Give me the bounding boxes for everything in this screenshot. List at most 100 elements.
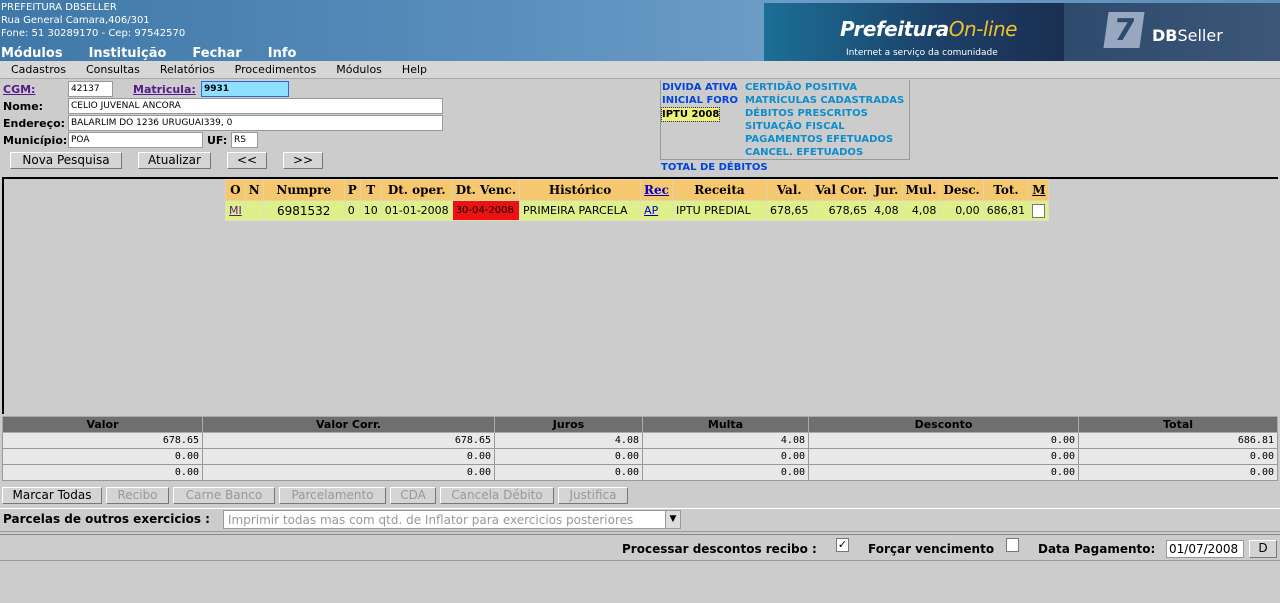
sum-cell: 678.65 [202, 432, 495, 449]
action-buttons: Marcar Todas Recibo Carne Banco Parcelam… [2, 487, 628, 504]
top-menu-modulos[interactable]: Módulos [1, 46, 63, 61]
previous-button[interactable]: << [227, 152, 267, 169]
dbseller-brand: DBSeller [1152, 26, 1223, 45]
sum-cell: 0.00 [202, 464, 495, 481]
endereco-field[interactable]: BALARLIM DO 1236 URUGUAI339, 0 [68, 115, 443, 131]
municipio-field[interactable]: POA [68, 132, 203, 148]
link-matriculas[interactable]: MATRÍCULAS CADASTRADAS [745, 94, 911, 107]
top-menu-info[interactable]: Info [268, 46, 297, 61]
row-val: 678,65 [765, 200, 813, 221]
sum-cell: 0.00 [1078, 448, 1278, 465]
link-debitos-prescritos[interactable]: DÉBITOS PRESCRITOS [745, 107, 911, 120]
nome-field[interactable]: CELIO JUVENAL ANCORA [68, 98, 443, 114]
sum-cell: 0.00 [808, 464, 1079, 481]
top-menu-instituicao[interactable]: Instituição [89, 46, 167, 61]
row-p: 0 [343, 200, 361, 221]
org-phone: Fone: 51 30289170 - Cep: 97542570 [1, 28, 186, 39]
link-certidao-positiva[interactable]: CERTIDÃO POSITIVA [745, 81, 911, 94]
menu-modulos[interactable]: Módulos [336, 61, 382, 79]
menu-cadastros[interactable]: Cadastros [11, 61, 66, 79]
justifica-button[interactable]: Justifica [558, 487, 628, 504]
menu-relatorios[interactable]: Relatórios [160, 61, 215, 79]
col-o: O [225, 179, 246, 201]
menu-bar: Cadastros Consultas Relatórios Procedime… [0, 61, 1280, 79]
row-origin-link[interactable]: MI [225, 200, 246, 221]
sum-cell: 4.08 [642, 432, 809, 449]
uf-field[interactable]: RS [231, 132, 258, 148]
col-m[interactable]: M [1028, 179, 1050, 201]
col-historico: Histórico [519, 179, 642, 201]
menu-help[interactable]: Help [402, 61, 427, 79]
row-mark-checkbox[interactable] [1032, 203, 1046, 218]
sum-col-valor-corr: Valor Corr. [202, 416, 495, 433]
link-pagamentos[interactable]: PAGAMENTOS EFETUADOS [745, 133, 911, 146]
data-pagamento-label: Data Pagamento: [1038, 542, 1156, 556]
org-address: Rua General Camara,406/301 [1, 15, 150, 26]
sum-cell: 0.00 [808, 448, 1079, 465]
report-links: CERTIDÃO POSITIVA MATRÍCULAS CADASTRADAS… [745, 81, 911, 159]
col-receita: Receita [671, 179, 767, 201]
col-rec[interactable]: Rec [640, 179, 673, 201]
sum-col-desconto: Desconto [808, 416, 1079, 433]
row-numpre: 6981532 [262, 200, 345, 221]
atualizar-button[interactable]: Atualizar [138, 152, 211, 169]
row-receita: IPTU PREDIAL [671, 200, 767, 221]
sum-col-multa: Multa [642, 416, 809, 433]
top-menu: Módulos Instituição Fechar Info [0, 46, 322, 61]
row-dt-oper: 01-01-2008 [380, 200, 453, 221]
sum-cell: 0.00 [2, 464, 203, 481]
row-rec-link[interactable]: AP [640, 200, 673, 221]
parcelas-select[interactable]: Imprimir todas mas com qtd. de Inflator … [223, 510, 681, 529]
nova-pesquisa-button[interactable]: Nova Pesquisa [10, 152, 122, 169]
processar-descontos-checkbox[interactable]: ✓ [836, 538, 849, 552]
date-picker-button[interactable]: D [1249, 540, 1277, 558]
parcelas-selected-value: Imprimir todas mas com qtd. de Inflator … [228, 513, 634, 527]
recibo-button[interactable]: Recibo [106, 487, 169, 504]
debts-table: O N Numpre P T Dt. oper. Dt. Venc. Histó… [225, 179, 1050, 221]
col-dt-oper: Dt. oper. [380, 179, 453, 201]
link-total-debitos[interactable]: TOTAL DE DÉBITOS [661, 161, 768, 174]
parcelamento-button[interactable]: Parcelamento [279, 487, 386, 504]
cancela-debito-button[interactable]: Cancela Débito [440, 487, 554, 504]
uf-label: UF: [207, 134, 228, 147]
row-val-cor: 678,65 [811, 200, 872, 221]
col-t: T [359, 179, 382, 201]
chevron-down-icon[interactable]: ▼ [665, 511, 680, 528]
endereco-label: Endereço: [3, 117, 66, 130]
banner-subtitle: Internet a serviço da comunidade [846, 48, 998, 58]
carne-banco-button[interactable]: Carne Banco [173, 487, 275, 504]
col-p: P [343, 179, 361, 201]
row-historico: PRIMEIRA PARCELA [519, 200, 642, 221]
link-situacao-fiscal[interactable]: SITUAÇÃO FISCAL [745, 120, 911, 133]
forcar-vencimento-checkbox[interactable] [1006, 538, 1019, 552]
municipio-label: Município: [3, 134, 68, 147]
sum-col-total: Total [1078, 416, 1278, 433]
next-button[interactable]: >> [283, 152, 323, 169]
sum-col-valor: Valor [2, 416, 203, 433]
menu-consultas[interactable]: Consultas [86, 61, 140, 79]
link-cancelamentos[interactable]: CANCEL. EFETUADOS [745, 146, 911, 159]
table-row: 0.00 0.00 0.00 0.00 0.00 0.00 [2, 464, 1278, 481]
top-menu-fechar[interactable]: Fechar [192, 46, 241, 61]
sum-cell: 0.00 [2, 448, 203, 465]
cda-button[interactable]: CDA [390, 487, 436, 504]
cgm-field[interactable]: 42137 [68, 81, 113, 97]
link-divida-ativa[interactable]: DIVIDA ATIVA [662, 81, 744, 94]
link-iptu-2008[interactable]: IPTU 2008 [660, 107, 721, 122]
table-row: 0.00 0.00 0.00 0.00 0.00 0.00 [2, 448, 1278, 465]
banner-title: PrefeituraOn-line [840, 17, 1017, 41]
sum-cell: 0.00 [494, 448, 643, 465]
matricula-field[interactable]: 9931 [201, 81, 289, 97]
col-desc: Desc. [939, 179, 984, 201]
cgm-label[interactable]: CGM: [3, 83, 35, 96]
sum-cell: 0.00 [642, 464, 809, 481]
data-pagamento-field[interactable]: 01/07/2008 [1166, 540, 1244, 558]
sum-col-juros: Juros [494, 416, 643, 433]
col-tot: Tot. [982, 179, 1030, 201]
sum-cell: 0.00 [202, 448, 495, 465]
matricula-label[interactable]: Matricula: [133, 83, 196, 96]
menu-procedimentos[interactable]: Procedimentos [235, 61, 317, 79]
link-inicial-foro[interactable]: INICIAL FORO [662, 94, 744, 107]
marcar-todas-button[interactable]: Marcar Todas [2, 487, 102, 504]
sum-cell: 686.81 [1078, 432, 1278, 449]
